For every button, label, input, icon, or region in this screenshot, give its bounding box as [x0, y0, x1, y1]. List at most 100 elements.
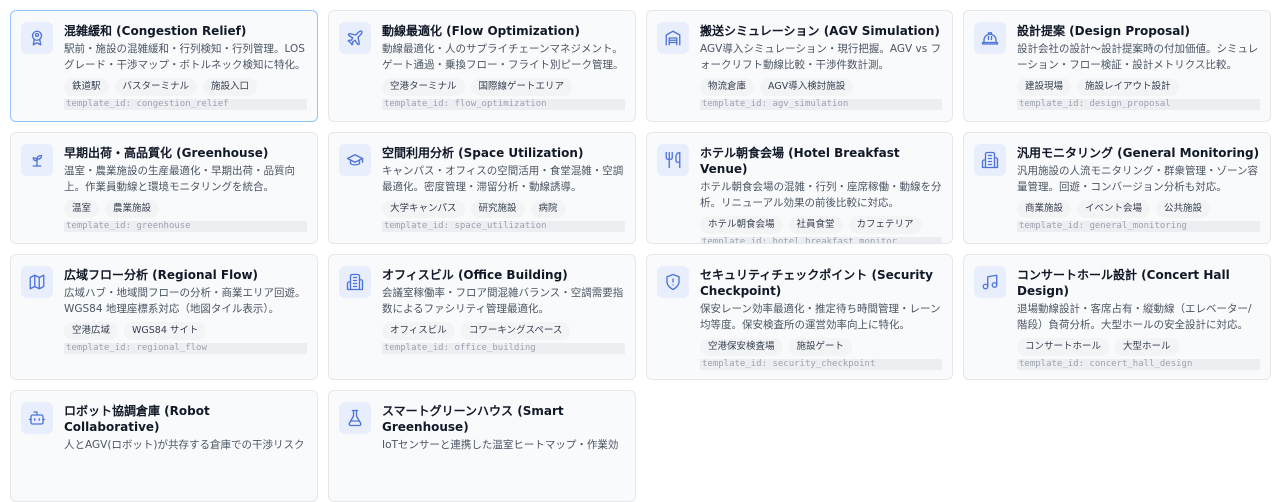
template-description: AGV導入シミュレーション・現行把握。AGV vs フォークリフト動線比較・干渉…: [700, 43, 942, 71]
template-tag: 病院: [530, 200, 566, 218]
template-card[interactable]: 設計提案 (Design Proposal) 設計会社の設計〜設計提案時の付加価値…: [963, 10, 1271, 122]
template-description: 保安レーン効率最適化・推定待ち時間管理・レーン均等度。保安検査所の運営効率向上に…: [700, 303, 941, 331]
template-card[interactable]: オフィスビル (Office Building) 会議室稼働率・フロア間混雑バラン…: [328, 254, 636, 380]
template-tag: 建設現場: [1017, 78, 1072, 96]
template-description: 設計会社の設計〜設計提案時の付加価値。シミュレーション・フロー検証・設計メトリク…: [1017, 43, 1259, 71]
template-card-content: ロボット協調倉庫 (Robot Collaborative) 人とAGV(ロボット…: [64, 403, 307, 469]
template-tags: 温室 農業施設: [64, 200, 307, 218]
template-tags: コンサートホール 大型ホール: [1017, 338, 1260, 356]
template-id-label: template_id: regional_flow: [64, 343, 307, 354]
template-card[interactable]: セキュリティチェックポイント (Security Checkpoint) 保安レー…: [646, 254, 953, 380]
template-id-label: template_id: hotel_breakfast_monitor: [700, 237, 942, 243]
template-tag: 国際線ゲートエリア: [470, 78, 573, 96]
graduation-cap-icon: [339, 144, 371, 176]
template-card[interactable]: 動線最適化 (Flow Optimization) 動線最適化・人のサプライチェー…: [328, 10, 636, 122]
template-card-content: 広域フロー分析 (Regional Flow) 広域ハブ・地域間フローの分析・商業…: [64, 267, 307, 354]
template-card-content: 早期出荷・高品質化 (Greenhouse) 温室・農業施設の生産最適化・早期出荷…: [64, 145, 307, 232]
template-tags: 物流倉庫 AGV導入検討施設: [700, 78, 942, 96]
template-card[interactable]: 早期出荷・高品質化 (Greenhouse) 温室・農業施設の生産最適化・早期出荷…: [10, 132, 318, 244]
sprout-icon: [21, 144, 53, 176]
template-card[interactable]: コンサートホール設計 (Concert Hall Design) 退場動線設計・客…: [963, 254, 1271, 380]
template-title: コンサートホール設計 (Concert Hall Design): [1017, 268, 1230, 298]
template-tag: イベント会場: [1077, 200, 1151, 218]
template-card-content: ホテル朝食会場 (Hotel Breakfast Venue) ホテル朝食会場の混…: [700, 145, 942, 243]
template-tag: 研究施設: [470, 200, 525, 218]
template-tag: バスターミナル: [114, 78, 198, 96]
template-card-content: コンサートホール設計 (Concert Hall Design) 退場動線設計・客…: [1017, 267, 1260, 370]
template-title: 汎用モニタリング (General Monitoring): [1017, 146, 1260, 160]
template-card-content: 空間利用分析 (Space Utilization) キャンパス・オフィスの空間活…: [382, 145, 625, 232]
template-tags: 大学キャンパス 研究施設 病院: [382, 200, 625, 218]
template-tag: 施設入口: [203, 78, 258, 96]
building-icon: [974, 144, 1006, 176]
template-tag: 施設レイアウト設計: [1077, 78, 1179, 96]
template-title: スマートグリーンハウス (Smart Greenhouse): [382, 404, 564, 434]
template-tag: 施設ゲート: [788, 338, 853, 356]
template-card[interactable]: スマートグリーンハウス (Smart Greenhouse) IoTセンサーと連携…: [328, 390, 636, 502]
robot-icon: [21, 402, 53, 434]
template-title: 動線最適化 (Flow Optimization): [382, 24, 580, 38]
template-tag: 空港ターミナル: [382, 78, 465, 96]
template-tag: 空港保安検査場: [700, 338, 783, 356]
template-title: セキュリティチェックポイント (Security Checkpoint): [700, 268, 933, 298]
template-description: 汎用施設の人流モニタリング・群衆管理・ゾーン容量管理。回遊・コンバージョン分析も…: [1017, 165, 1258, 193]
office-building-icon: [339, 266, 371, 298]
template-card[interactable]: 混雑緩和 (Congestion Relief) 駅前・施設の混雑緩和・行列検知・…: [10, 10, 318, 122]
template-tags: 空港広域 WGS84 サイト: [64, 322, 307, 340]
template-card-content: 設計提案 (Design Proposal) 設計会社の設計〜設計提案時の付加価値…: [1017, 23, 1260, 110]
template-tags: オフィスビル コワーキングスペース: [382, 322, 625, 340]
template-tag: 鉄道駅: [64, 78, 109, 96]
template-card[interactable]: ロボット協調倉庫 (Robot Collaborative) 人とAGV(ロボット…: [10, 390, 318, 502]
template-card-content: オフィスビル (Office Building) 会議室稼働率・フロア間混雑バラン…: [382, 267, 625, 354]
template-description: IoTセンサーと連携した温室ヒートマップ・作業効: [382, 439, 619, 451]
template-id-label: template_id: greenhouse: [64, 221, 307, 232]
template-description: キャンパス・オフィスの空間活用・食堂混雑・空調最適化。密度管理・滞留分析・動線誘…: [382, 165, 624, 193]
template-description: 広域ハブ・地域間フローの分析・商業エリア回遊。WGS84 地理座標系対応（地図タ…: [64, 287, 306, 315]
template-title: 空間利用分析 (Space Utilization): [382, 146, 584, 160]
template-description: 会議室稼働率・フロア間混雑バランス・空調需要指数によるファシリティ管理最適化。: [382, 287, 624, 315]
template-description: 退場動線設計・客席占有・縦動線（エレベーター/階段）負荷分析。大型ホールの安全設…: [1017, 303, 1252, 331]
template-id-label: template_id: agv_simulation: [700, 99, 942, 110]
template-tag: 物流倉庫: [700, 78, 755, 96]
template-id-label: template_id: congestion_relief: [64, 99, 307, 110]
template-tag: オフィスビル: [382, 322, 455, 340]
template-card-content: 汎用モニタリング (General Monitoring) 汎用施設の人流モニタリ…: [1017, 145, 1260, 232]
music-note-icon: [974, 266, 1006, 298]
template-tags: ホテル朝食会場 社員食堂 カフェテリア: [700, 216, 942, 234]
template-card-content: 動線最適化 (Flow Optimization) 動線最適化・人のサプライチェー…: [382, 23, 625, 110]
template-tag: 大型ホール: [1115, 338, 1179, 356]
template-card[interactable]: ホテル朝食会場 (Hotel Breakfast Venue) ホテル朝食会場の混…: [646, 132, 953, 244]
template-title: 混雑緩和 (Congestion Relief): [64, 24, 247, 38]
template-id-label: template_id: general_monitoring: [1017, 221, 1260, 232]
template-tag: コワーキングスペース: [460, 322, 571, 340]
template-title: 広域フロー分析 (Regional Flow): [64, 268, 259, 282]
template-tags: 空港ターミナル 国際線ゲートエリア: [382, 78, 625, 96]
template-tags: 建設現場 施設レイアウト設計: [1017, 78, 1260, 96]
template-tags: 商業施設 イベント会場 公共施設: [1017, 200, 1260, 218]
template-tags: 鉄道駅 バスターミナル 施設入口: [64, 78, 307, 96]
template-description: 駅前・施設の混雑緩和・行列検知・行列管理。LOSグレード・干渉マップ・ボトルネッ…: [64, 43, 306, 71]
template-card[interactable]: 広域フロー分析 (Regional Flow) 広域ハブ・地域間フローの分析・商業…: [10, 254, 318, 380]
template-tag: 温室: [64, 200, 100, 218]
template-card[interactable]: 汎用モニタリング (General Monitoring) 汎用施設の人流モニタリ…: [963, 132, 1271, 244]
template-tag: コンサートホール: [1017, 338, 1110, 356]
template-title: 早期出荷・高品質化 (Greenhouse): [64, 146, 269, 160]
template-card-content: 搬送シミュレーション (AGV Simulation) AGV導入シミュレーション…: [700, 23, 942, 110]
template-title: 設計提案 (Design Proposal): [1017, 24, 1190, 38]
template-tag: AGV導入検討施設: [760, 78, 854, 96]
template-card[interactable]: 空間利用分析 (Space Utilization) キャンパス・オフィスの空間活…: [328, 132, 636, 244]
template-card[interactable]: 搬送シミュレーション (AGV Simulation) AGV導入シミュレーション…: [646, 10, 953, 122]
template-tags: 空港保安検査場 施設ゲート: [700, 338, 942, 356]
map-icon: [21, 266, 53, 298]
utensils-icon: [657, 144, 689, 176]
hard-hat-icon: [974, 22, 1006, 54]
template-title: ホテル朝食会場 (Hotel Breakfast Venue): [700, 146, 900, 176]
template-card-content: セキュリティチェックポイント (Security Checkpoint) 保安レー…: [700, 267, 942, 370]
template-description: ホテル朝食会場の混雑・行列・座席稼働・動線を分析。リニューアル効果の前後比較に対…: [700, 181, 942, 209]
shield-icon: [657, 266, 689, 298]
template-title: 搬送シミュレーション (AGV Simulation): [700, 24, 940, 38]
template-grid: 混雑緩和 (Congestion Relief) 駅前・施設の混雑緩和・行列検知・…: [10, 10, 1271, 502]
template-tag: 商業施設: [1017, 200, 1072, 218]
template-id-label: template_id: design_proposal: [1017, 99, 1260, 110]
template-card-content: スマートグリーンハウス (Smart Greenhouse) IoTセンサーと連携…: [382, 403, 625, 469]
